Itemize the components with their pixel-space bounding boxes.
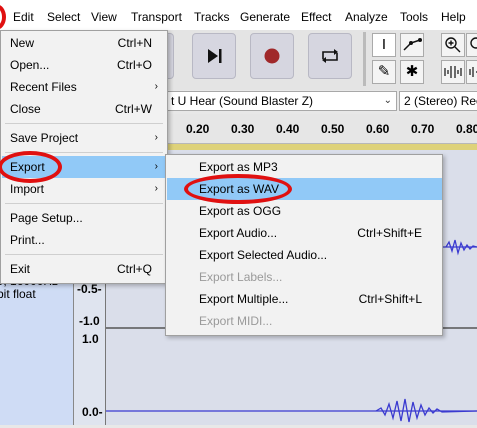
channels-select[interactable]: 2 (Stereo) Reco — [399, 91, 477, 111]
menu-item-save-project[interactable]: Save Project › — [2, 127, 166, 149]
toolbar-divider — [363, 32, 366, 86]
menu-view[interactable]: View — [91, 10, 117, 24]
menu-item-export-audio[interactable]: Export Audio... Ctrl+Shift+E — [167, 222, 442, 244]
menu-separator — [5, 203, 163, 204]
menu-effect[interactable]: Effect — [301, 10, 331, 24]
draw-tool-icon[interactable]: ✎ — [372, 60, 396, 84]
menu-item-export-labels: Export Labels... — [199, 270, 283, 284]
menu-edit[interactable]: Edit — [13, 10, 34, 24]
chevron-down-icon: ⌄ — [383, 95, 392, 106]
record-button[interactable] — [250, 33, 294, 79]
envelope-tool-icon[interactable] — [400, 33, 424, 57]
menu-item-export-mp3[interactable]: Export as MP3 — [167, 156, 442, 178]
menu-item-export-midi: Export MIDI... — [199, 314, 273, 328]
menu-select[interactable]: Select — [47, 10, 80, 24]
menu-bar: Edit Select View Transport Tracks Genera… — [0, 0, 477, 30]
menu-separator — [5, 254, 163, 255]
scale-label: -0.5- — [77, 282, 102, 296]
zoom-out-icon[interactable] — [466, 33, 477, 57]
record-icon — [264, 48, 280, 64]
menu-item-export-selected-audio[interactable]: Export Selected Audio... — [167, 244, 442, 266]
scale-label: -1.0 — [79, 314, 100, 328]
menu-item-open[interactable]: Open... Ctrl+O — [2, 54, 166, 76]
output-device-select[interactable]: t U Hear (Sound Blaster Z) ⌄ — [166, 91, 397, 111]
trim-audio-icon[interactable] — [441, 60, 465, 84]
menu-item-recent-files[interactable]: Recent Files › — [2, 76, 166, 98]
menu-item-page-setup[interactable]: Page Setup... — [2, 207, 166, 229]
ruler-tick: 0.30 — [231, 122, 255, 136]
menu-separator — [5, 123, 163, 124]
multi-tool-icon[interactable]: ✱ — [400, 60, 424, 84]
menu-help[interactable]: Help — [441, 10, 466, 24]
export-highlight-circle — [0, 151, 62, 183]
selection-tool-icon[interactable]: I — [372, 33, 396, 57]
ruler-tick: 0.50 — [321, 122, 345, 136]
menu-item-new[interactable]: New Ctrl+N — [2, 32, 166, 54]
ruler-tick: 0.80 — [456, 122, 477, 136]
skip-to-end-button[interactable] — [192, 33, 236, 79]
menu-tools[interactable]: Tools — [400, 10, 428, 24]
menu-transport[interactable]: Transport — [131, 10, 182, 24]
ruler-tick: 0.40 — [276, 122, 300, 136]
zoom-in-icon[interactable] — [441, 33, 465, 57]
silence-audio-icon[interactable] — [466, 60, 477, 84]
submenu-arrow-icon: › — [154, 132, 158, 143]
ruler-tick: 0.60 — [366, 122, 390, 136]
file-menu-highlight-circle — [0, 4, 6, 30]
menu-analyze[interactable]: Analyze — [345, 10, 388, 24]
menu-item-print[interactable]: Print... — [2, 229, 166, 251]
export-wav-highlight-circle — [184, 174, 292, 204]
loop-button[interactable] — [308, 33, 352, 79]
channels-value: 2 (Stereo) Reco — [404, 94, 477, 108]
submenu-arrow-icon: › — [154, 183, 158, 194]
track-bit-depth: bit float — [0, 287, 36, 301]
output-device-value: t U Hear (Sound Blaster Z) — [171, 94, 314, 108]
skip-end-icon — [208, 49, 222, 63]
menu-item-exit[interactable]: Exit Ctrl+Q — [2, 258, 166, 280]
submenu-arrow-icon: › — [154, 81, 158, 92]
ruler-tick: 0.70 — [411, 122, 435, 136]
menu-tracks[interactable]: Tracks — [194, 10, 230, 24]
menu-item-export-ogg[interactable]: Export as OGG — [167, 200, 442, 222]
menu-item-close[interactable]: Close Ctrl+W — [2, 98, 166, 120]
scale-label: 1.0 — [82, 332, 99, 346]
menu-generate[interactable]: Generate — [240, 10, 290, 24]
loop-icon — [322, 49, 338, 63]
submenu-arrow-icon: › — [154, 161, 158, 172]
ruler-tick: 0.20 — [186, 122, 210, 136]
menu-item-export-multiple[interactable]: Export Multiple... Ctrl+Shift+L — [167, 288, 442, 310]
scale-label: 0.0- — [82, 405, 103, 419]
